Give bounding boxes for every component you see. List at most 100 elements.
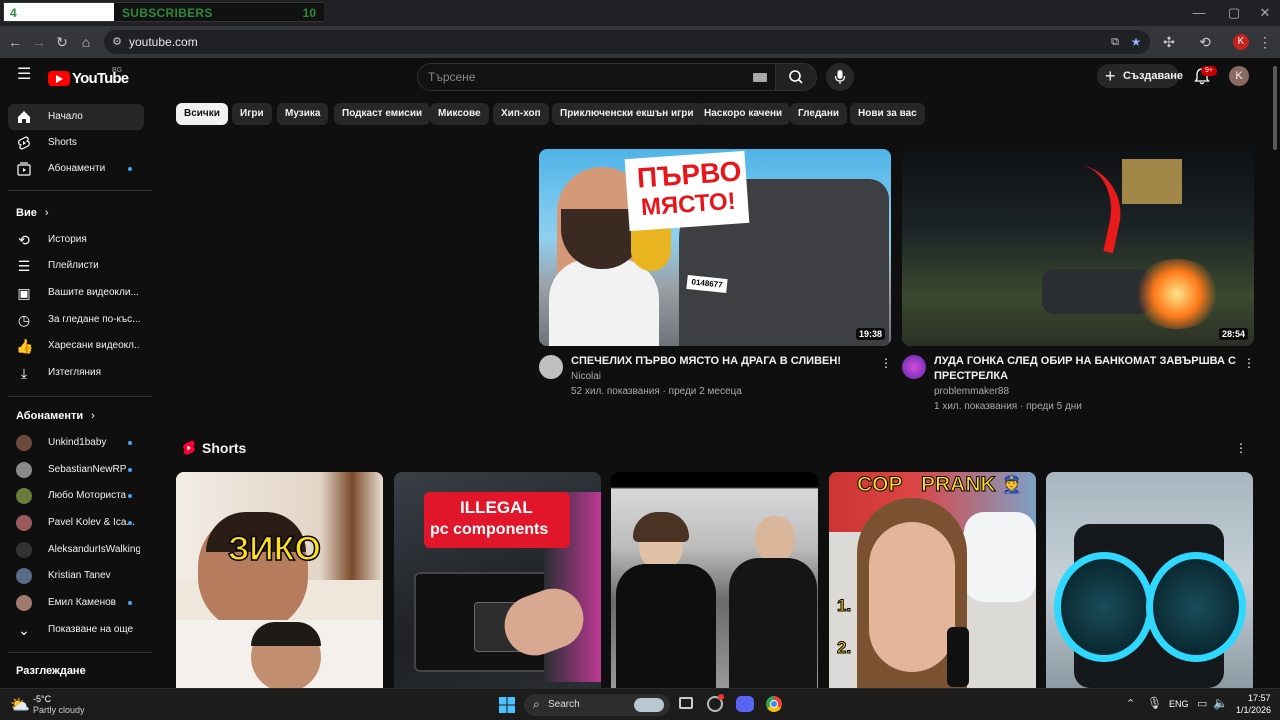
- search-input[interactable]: [428, 69, 728, 85]
- shorts-logo-icon: [183, 440, 195, 455]
- sidebar-item-your-videos[interactable]: ▣ Вашите видеокли...: [8, 280, 144, 306]
- sidebar-sub-item[interactable]: Pavel Kolev & Ica...: [8, 510, 144, 536]
- chip-games[interactable]: Игри: [232, 103, 272, 125]
- browser-toolbar: ← → ↻ ⌂ ⚙ youtube.com ⧉ ★ ✣ ⟲ K ⋮: [0, 26, 1280, 58]
- menu-hamburger-icon[interactable]: ☰: [17, 67, 31, 83]
- page-scrollbar[interactable]: [1270, 58, 1280, 688]
- sidebar-item-label: Вашите видеокли...: [48, 287, 139, 298]
- address-bar[interactable]: ⚙ youtube.com ⧉ ★: [104, 30, 1150, 54]
- sidebar-sub-item[interactable]: Unkind1baby: [8, 430, 144, 456]
- chip-podcasts[interactable]: Подкаст емисии: [334, 103, 431, 125]
- discord-icon[interactable]: [736, 696, 754, 712]
- short-list-item-2: 2.: [836, 638, 852, 658]
- cast-icon[interactable]: ⧉: [1106, 33, 1124, 51]
- sidebar-sub-item[interactable]: Kristian Tanev: [8, 563, 144, 589]
- short-card[interactable]: ЗИКО: [176, 472, 383, 688]
- minimize-icon[interactable]: —: [1190, 4, 1208, 22]
- short-card[interactable]: ILLEGAL pc components: [394, 472, 601, 688]
- sidebar-item-subscriptions[interactable]: Абонаменти: [8, 156, 144, 182]
- voice-search-button[interactable]: [826, 63, 854, 91]
- close-icon[interactable]: ✕: [1256, 4, 1274, 22]
- short-card[interactable]: [611, 472, 818, 688]
- more-options-icon[interactable]: ⋮: [1243, 356, 1255, 370]
- channel-avatar: [16, 435, 32, 451]
- channel-avatar[interactable]: [902, 355, 926, 379]
- chip-new-to-you[interactable]: Нови за вас: [850, 103, 925, 125]
- chip-watched[interactable]: Гледани: [790, 103, 848, 125]
- bookmark-star-icon[interactable]: ★: [1127, 33, 1145, 51]
- thumbnail-window-light: [1122, 159, 1182, 204]
- channel-avatar[interactable]: [539, 355, 563, 379]
- sidebar-divider: [8, 396, 152, 397]
- chip-all[interactable]: Всички: [176, 103, 228, 125]
- sidebar-item-history[interactable]: ⟲ История: [8, 227, 144, 253]
- sidebar-item-watch-later[interactable]: ◷ За гледане по-къс...: [8, 307, 144, 333]
- history-browser-icon[interactable]: ⟲: [1196, 33, 1214, 51]
- chip-action-adventure[interactable]: Приключенски екшън игри: [552, 103, 702, 125]
- home-browser-icon[interactable]: ⌂: [77, 33, 95, 51]
- sidebar-item-downloads[interactable]: ⤓ Изтегляния: [8, 360, 144, 386]
- video-thumbnail[interactable]: 28:54: [902, 149, 1254, 346]
- sidebar-sub-item[interactable]: SebastianNewRP: [8, 457, 144, 483]
- channel-name[interactable]: problemmaker88: [934, 386, 1009, 397]
- task-view-icon[interactable]: [679, 697, 693, 709]
- scrollbar-thumb[interactable]: [1273, 66, 1277, 150]
- sidebar-item-home[interactable]: Начало: [8, 104, 144, 130]
- weather-description: Partly cloudy: [33, 705, 85, 715]
- user-avatar[interactable]: K: [1229, 66, 1249, 86]
- network-icon[interactable]: ▭: [1197, 697, 1207, 710]
- sidebar-sub-item[interactable]: Емил Каменов: [8, 590, 144, 616]
- channel-name[interactable]: Nicolai: [571, 371, 601, 382]
- chip-recently-uploaded[interactable]: Наскоро качени: [696, 103, 791, 125]
- language-indicator[interactable]: ENG: [1169, 699, 1189, 709]
- windows-start-icon[interactable]: [499, 697, 515, 713]
- playlists-icon: ☰: [17, 258, 31, 274]
- back-icon[interactable]: ←: [6, 33, 24, 51]
- video-title-line2[interactable]: ПРЕСТРЕЛКА: [934, 369, 1008, 384]
- youtube-logo[interactable]: YouTube BG: [48, 67, 136, 89]
- create-button[interactable]: + Създаване: [1097, 64, 1183, 88]
- search-button[interactable]: [775, 63, 817, 91]
- volume-icon[interactable]: 🔈: [1213, 696, 1228, 710]
- chip-mixes[interactable]: Миксове: [430, 103, 489, 125]
- forward-icon[interactable]: →: [30, 33, 48, 51]
- chip-music[interactable]: Музика: [277, 103, 329, 125]
- your-videos-icon: ▣: [17, 285, 31, 301]
- short-card[interactable]: [1046, 472, 1253, 688]
- sidebar-item-playlists[interactable]: ☰ Плейлисти: [8, 253, 144, 279]
- shorts-more-options-icon[interactable]: ⋮: [1235, 441, 1247, 455]
- chip-hiphop[interactable]: Хип-хоп: [493, 103, 549, 125]
- counter-label: SUBSCRIBERS: [122, 6, 213, 20]
- sidebar-subscriptions-heading[interactable]: Абонаменти ›: [16, 410, 95, 422]
- search-box[interactable]: [417, 63, 776, 91]
- video-title-line1[interactable]: ЛУДА ГОНКА СЛЕД ОБИР НА БАНКОМАТ ЗАВЪРШВ…: [934, 354, 1236, 369]
- reload-icon[interactable]: ↻: [53, 33, 71, 51]
- sidebar-item-liked[interactable]: 👍 Харесани видеокл...: [8, 333, 144, 359]
- tray-microphone-icon[interactable]: 🎙: [1147, 696, 1162, 710]
- short-card[interactable]: COP PRANK 👮 1. 2.: [829, 472, 1036, 688]
- sidebar: Начало Shorts Абонаменти Вие › ⟲ История …: [0, 96, 160, 688]
- video-thumbnail[interactable]: ПЪРВО МЯСТО! 0148677 19:38: [539, 149, 891, 346]
- weather-cloud-icon[interactable]: ⛅: [10, 695, 30, 715]
- video-title[interactable]: СПЕЧЕЛИХ ПЪРВО МЯСТО НА ДРАГА В СЛИВЕН!: [571, 354, 861, 369]
- taskbar-search-box[interactable]: ⌕ Search: [524, 694, 670, 716]
- sidebar-sub-item[interactable]: AleksandurIsWalking: [8, 537, 144, 563]
- new-content-dot: [128, 521, 132, 525]
- site-settings-icon[interactable]: ⚙: [108, 33, 126, 51]
- clock-time[interactable]: 17:57: [1248, 693, 1271, 703]
- you-heading-label: Вие: [16, 207, 37, 219]
- browser-menu-icon[interactable]: ⋮: [1256, 33, 1274, 51]
- keyboard-icon[interactable]: [753, 73, 767, 82]
- more-options-icon[interactable]: ⋮: [880, 356, 892, 370]
- clock-date[interactable]: 1/1/2026: [1236, 705, 1271, 715]
- short-suit-2: [729, 558, 817, 688]
- sidebar-item-shorts[interactable]: Shorts: [8, 130, 144, 156]
- sidebar-show-more[interactable]: ⌄ Показване на още: [8, 617, 144, 643]
- search-icon: [789, 70, 803, 84]
- browser-profile-avatar[interactable]: K: [1233, 34, 1249, 50]
- extensions-icon[interactable]: ✣: [1160, 33, 1178, 51]
- sidebar-you-heading[interactable]: Вие ›: [16, 207, 49, 219]
- tray-overflow-icon[interactable]: ⌃: [1126, 697, 1135, 710]
- sidebar-sub-item[interactable]: Любо Моториста: [8, 483, 144, 509]
- maximize-icon[interactable]: ▢: [1225, 4, 1243, 22]
